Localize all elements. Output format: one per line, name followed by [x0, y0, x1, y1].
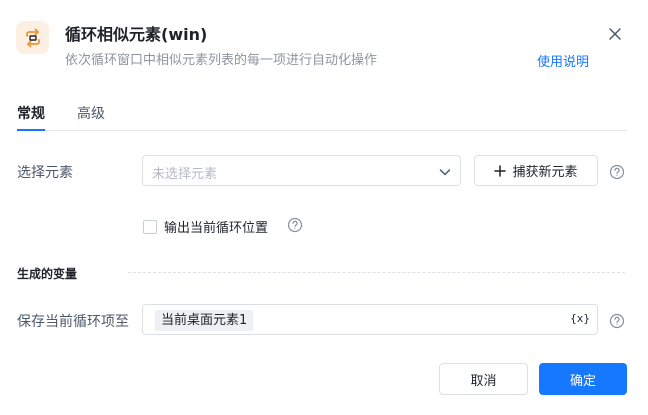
section-divider: [128, 272, 625, 273]
tab-advanced[interactable]: 高级: [77, 103, 105, 129]
element-select-placeholder: 未选择元素: [152, 167, 218, 182]
plus-icon: [494, 164, 507, 177]
help-link[interactable]: 使用说明: [537, 51, 589, 70]
cancel-button[interactable]: 取消: [439, 363, 528, 395]
variable-insert-icon[interactable]: {x}: [570, 312, 590, 325]
capture-element-label: 捕获新元素: [512, 165, 578, 180]
output-position-checkbox[interactable]: [143, 220, 157, 234]
variable-tag[interactable]: 当前桌面元素1: [155, 310, 254, 331]
dialog: 循环相似元素(win) 依次循环窗口中相似元素列表的每一项进行自动化操作 使用说…: [0, 0, 648, 415]
section-title: 生成的变量: [17, 267, 78, 281]
output-variable-input[interactable]: 当前桌面元素1 {x}: [142, 304, 598, 335]
element-select[interactable]: 未选择元素: [142, 155, 461, 186]
select-element-label: 选择元素: [17, 165, 73, 181]
close-icon[interactable]: [606, 25, 624, 43]
output-position-label: 输出当前循环位置: [164, 221, 269, 236]
dialog-subtitle: 依次循环窗口中相似元素列表的每一项进行自动化操作: [65, 53, 378, 68]
help-question-icon[interactable]: [287, 217, 303, 233]
tab-bar: 常规 高级: [17, 103, 627, 131]
capture-element-button[interactable]: 捕获新元素: [474, 155, 598, 186]
loop-icon: [16, 21, 49, 54]
help-question-icon[interactable]: [609, 164, 625, 180]
dialog-title: 循环相似元素(win): [65, 25, 208, 44]
save-loop-item-label: 保存当前循环项至: [17, 314, 129, 330]
help-question-icon[interactable]: [609, 313, 625, 329]
confirm-button[interactable]: 确定: [539, 363, 627, 395]
tab-general[interactable]: 常规: [17, 103, 45, 131]
chevron-down-icon: [438, 164, 452, 178]
